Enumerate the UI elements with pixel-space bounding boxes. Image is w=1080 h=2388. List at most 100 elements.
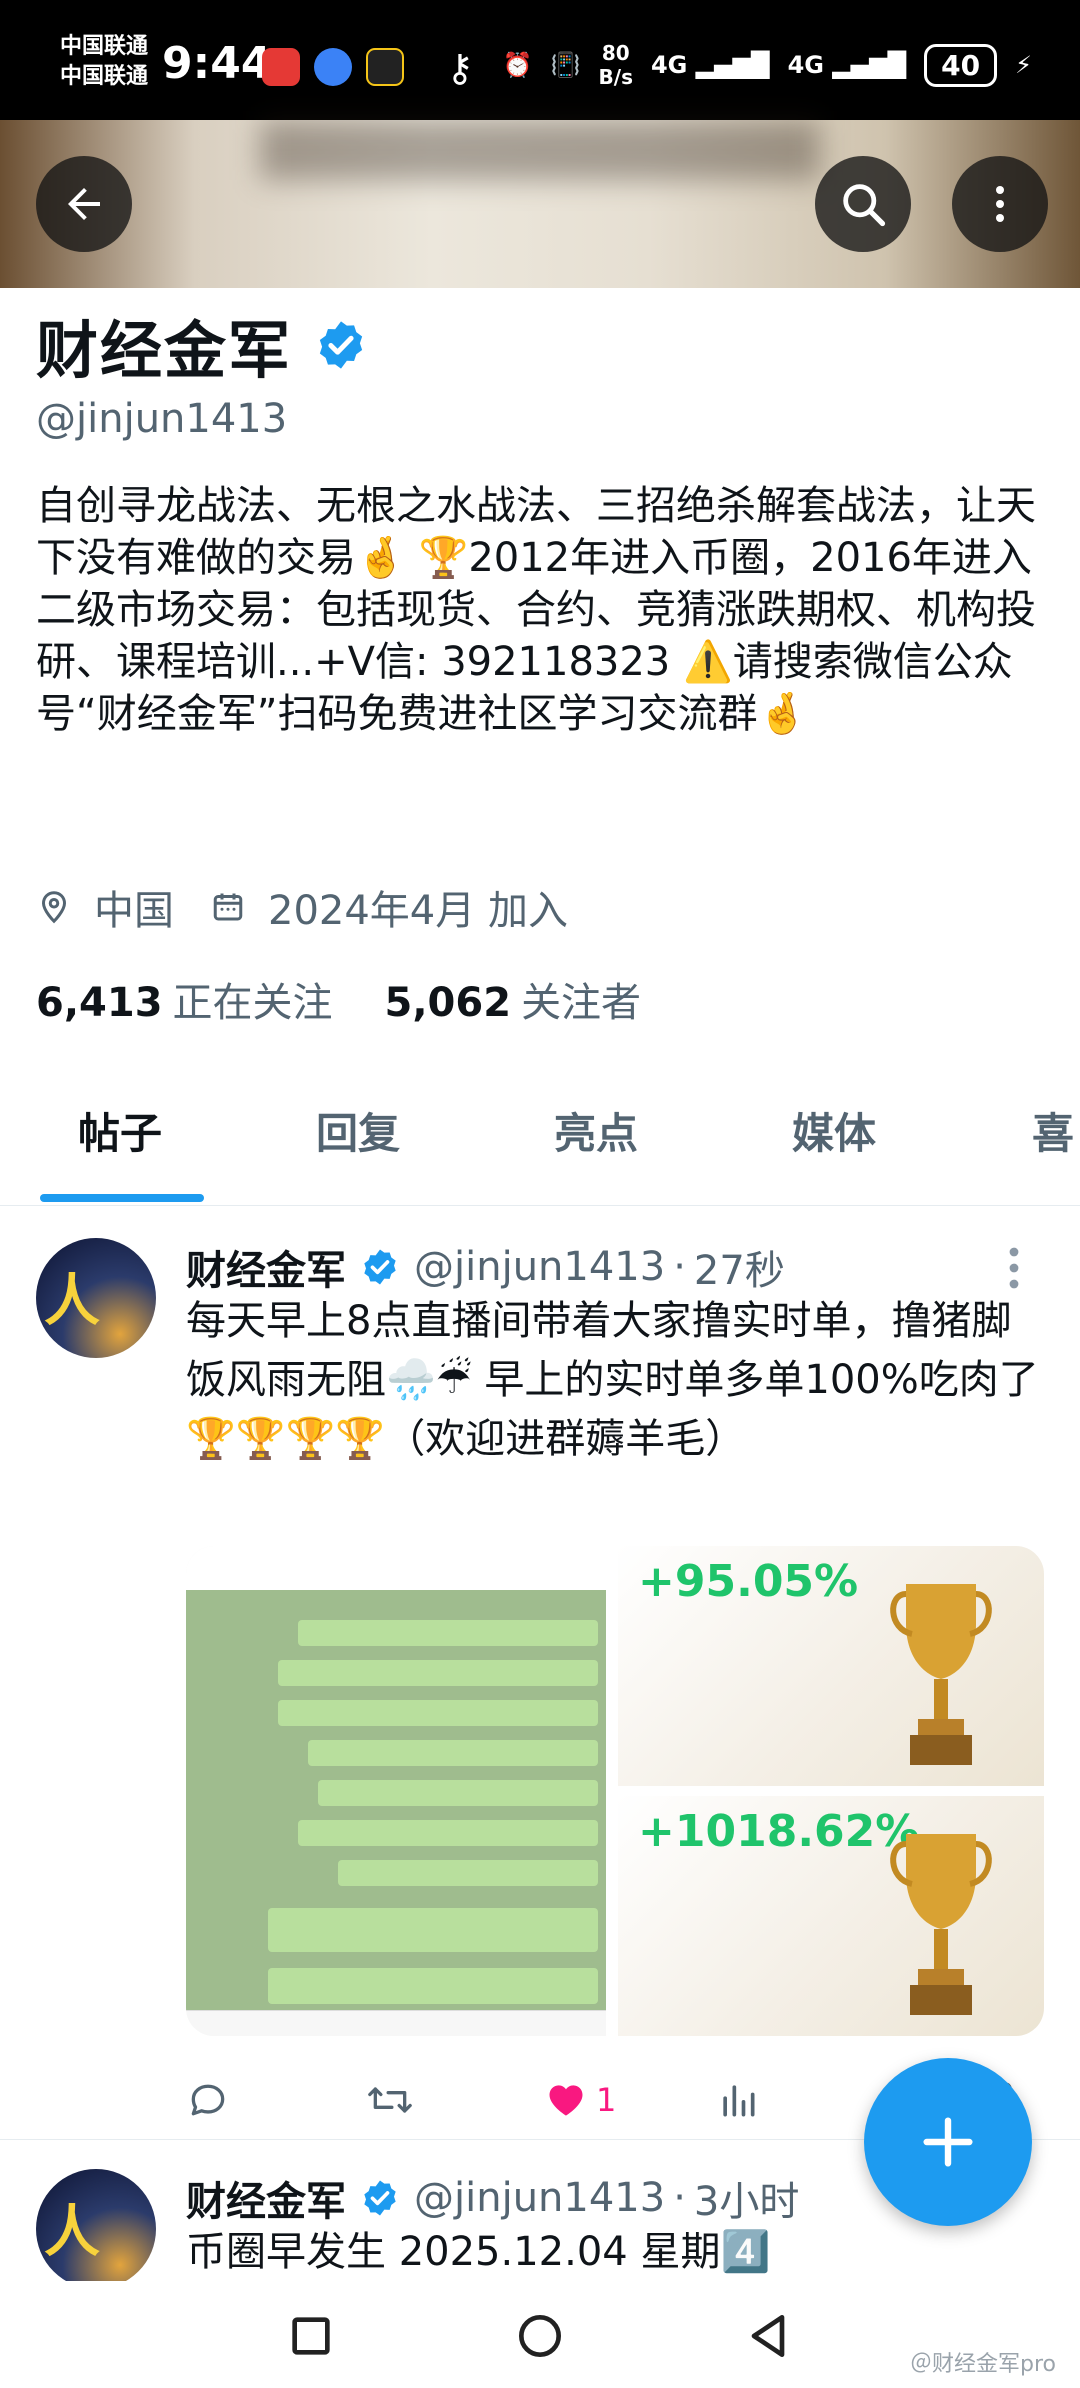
joined-item: 2024年4月 加入 bbox=[210, 878, 568, 936]
post-text: 币圈早发生 2025.12.04 星期4️⃣ bbox=[186, 2229, 771, 2275]
post-separator: · bbox=[673, 2175, 686, 2221]
post-media-grid[interactable]: +95.05% +1018.62% bbox=[186, 1546, 1044, 2036]
tab-replies[interactable]: 回复 bbox=[316, 1100, 400, 1161]
reply-icon bbox=[191, 2084, 225, 2116]
compose-post-button[interactable] bbox=[864, 2058, 1032, 2226]
profile-handle: @jinjun1413 bbox=[36, 396, 288, 442]
heart-icon bbox=[549, 2085, 583, 2116]
chat-bubble bbox=[298, 1820, 598, 1846]
following-stat[interactable]: 6,413 正在关注 bbox=[36, 970, 333, 1028]
trophy-icon bbox=[890, 1584, 992, 1765]
verified-badge-icon bbox=[364, 1249, 396, 1285]
vibrate-icon: 📳 bbox=[550, 51, 581, 79]
battery-level: 40 bbox=[941, 48, 981, 82]
verified-badge-icon[interactable] bbox=[314, 318, 368, 372]
net-speed: 80 B/s bbox=[599, 41, 633, 89]
watermark: ＠财经金军pro bbox=[910, 2352, 1056, 2377]
analytics-icon bbox=[723, 2085, 755, 2117]
profile-name-row: 财经金军 bbox=[36, 300, 368, 390]
post-author-name[interactable]: 财经金军 bbox=[186, 2169, 346, 2227]
repost-button[interactable] bbox=[366, 2078, 414, 2122]
reply-button[interactable] bbox=[186, 2078, 230, 2122]
chat-bubble bbox=[268, 1908, 598, 1952]
more-options-button[interactable] bbox=[952, 156, 1048, 252]
post-handle: @jinjun1413 bbox=[414, 2175, 666, 2221]
profile-bio: 自创寻龙战法、无根之水战法、三招绝杀解套战法，让天下没有难做的交易🤞 🏆2012… bbox=[36, 483, 1036, 737]
tab-likes[interactable]: 喜 bbox=[1032, 1100, 1074, 1161]
location-text: 中国 bbox=[94, 888, 174, 934]
post-header: 财经金军 @jinjun1413 · 27秒 bbox=[186, 1238, 785, 1296]
post-time: 27秒 bbox=[693, 1248, 785, 1294]
signal-2-label: 4G bbox=[787, 51, 824, 79]
followers-stat[interactable]: 5,062 关注者 bbox=[385, 970, 642, 1028]
post-handle: @jinjun1413 bbox=[414, 1244, 666, 1290]
system-nav-bar: ＠财经金军pro bbox=[0, 2284, 1080, 2388]
plus-icon bbox=[923, 2117, 973, 2167]
avatar[interactable]: 人 bbox=[36, 1238, 156, 1358]
media-percent-1: +95.05% bbox=[638, 1556, 859, 1607]
alarm-icon: ⏰ bbox=[502, 51, 533, 79]
joined-text: 2024年4月 加入 bbox=[268, 888, 568, 934]
avatar[interactable]: 人 bbox=[36, 2169, 156, 2281]
post-separator: · bbox=[673, 1244, 686, 1290]
back-button[interactable] bbox=[36, 156, 132, 252]
trophy-icon bbox=[890, 1834, 992, 2015]
chat-app-icon bbox=[314, 48, 352, 86]
views-button[interactable] bbox=[716, 2078, 760, 2122]
tab-media[interactable]: 媒体 bbox=[792, 1100, 876, 1161]
verified-badge-icon bbox=[364, 2180, 396, 2216]
clock: 9:44 bbox=[162, 38, 272, 89]
chat-messages-area bbox=[186, 1590, 606, 2010]
search-button[interactable] bbox=[815, 156, 911, 252]
profile-tabs: 帖子 回复 亮点 媒体 喜 bbox=[0, 1070, 1080, 1206]
signal-1-label: 4G bbox=[650, 51, 688, 79]
back-arrow-icon bbox=[68, 188, 100, 220]
avatar-logo-mark: 人 bbox=[44, 2200, 100, 2265]
tab-highlights[interactable]: 亮点 bbox=[554, 1100, 638, 1161]
profile-stats: 6,413 正在关注 5,062 关注者 bbox=[36, 970, 693, 1028]
media-trophy-tile-1[interactable]: +95.05% bbox=[618, 1546, 1044, 1786]
net-speed-value: 80 bbox=[601, 41, 630, 65]
more-vertical-icon bbox=[996, 186, 1004, 222]
chat-bubble bbox=[278, 1700, 598, 1726]
media-chat-screenshot[interactable] bbox=[186, 1546, 606, 2036]
search-icon bbox=[843, 184, 886, 227]
net-speed-unit: B/s bbox=[598, 65, 633, 89]
followers-label: 关注者 bbox=[521, 980, 642, 1026]
carrier-info: 中国联通 中国联通 bbox=[60, 32, 148, 92]
location-pin-icon bbox=[41, 891, 67, 924]
like-button[interactable]: 1 bbox=[544, 2078, 616, 2122]
nav-back-button[interactable] bbox=[740, 2308, 796, 2364]
following-count: 6,413 bbox=[36, 980, 163, 1026]
status-indicators: ⏰ 📳 80 B/s 4G ▂▄▆█ 4G ▂▄▆█ 40 ⚡ bbox=[503, 40, 1032, 90]
followers-count: 5,062 bbox=[384, 980, 512, 1026]
post-time: 3小时 bbox=[693, 2179, 800, 2225]
charging-icon: ⚡ bbox=[1015, 51, 1032, 79]
media-percent-2: +1018.62% bbox=[638, 1806, 920, 1857]
battery-icon: 40 bbox=[924, 43, 998, 87]
post-header: 财经金军 @jinjun1413 · 3小时 bbox=[186, 2169, 799, 2227]
tab-posts[interactable]: 帖子 bbox=[78, 1100, 162, 1161]
avatar-logo-mark: 人 bbox=[44, 1269, 100, 1334]
post-more-icon[interactable] bbox=[1004, 1246, 1024, 1290]
post-item[interactable]: 人 财经金军 @jinjun1413 · 27秒 每天早上8点直播间带着大家撸实… bbox=[0, 1210, 1080, 2140]
home-button[interactable] bbox=[512, 2308, 568, 2364]
calendar-icon bbox=[213, 893, 243, 921]
recent-apps-button[interactable] bbox=[283, 2308, 339, 2364]
signal-2: 4G ▂▄▆█ bbox=[787, 51, 907, 79]
media-trophy-tile-2[interactable]: +1018.62% bbox=[618, 1796, 1044, 2036]
chat-bubble bbox=[338, 1860, 598, 1886]
post-text: 每天早上8点直播间带着大家撸实时单，撸猪脚饭风雨无阻🌧️☔ 早上的实时单多单10… bbox=[186, 1298, 1039, 1462]
signal-1: 4G ▂▄▆█ bbox=[650, 51, 770, 79]
active-tab-indicator bbox=[40, 1194, 204, 1202]
chat-header-area bbox=[186, 1546, 606, 1590]
chat-input-bar bbox=[186, 2010, 606, 2036]
chat-bubble bbox=[278, 1660, 598, 1686]
huawei-app-icon bbox=[262, 48, 300, 86]
status-bar: 中国联通 中国联通 9:44 ⚷ ⏰ 📳 80 B/s 4G ▂▄▆█ 4G ▂… bbox=[0, 0, 1080, 120]
location-item: 中国 bbox=[36, 878, 174, 936]
like-count: 1 bbox=[596, 2081, 617, 2119]
banner-image-detail bbox=[260, 120, 820, 180]
profile-display-name: 财经金军 bbox=[36, 314, 293, 387]
post-author-name[interactable]: 财经金军 bbox=[186, 1238, 346, 1296]
